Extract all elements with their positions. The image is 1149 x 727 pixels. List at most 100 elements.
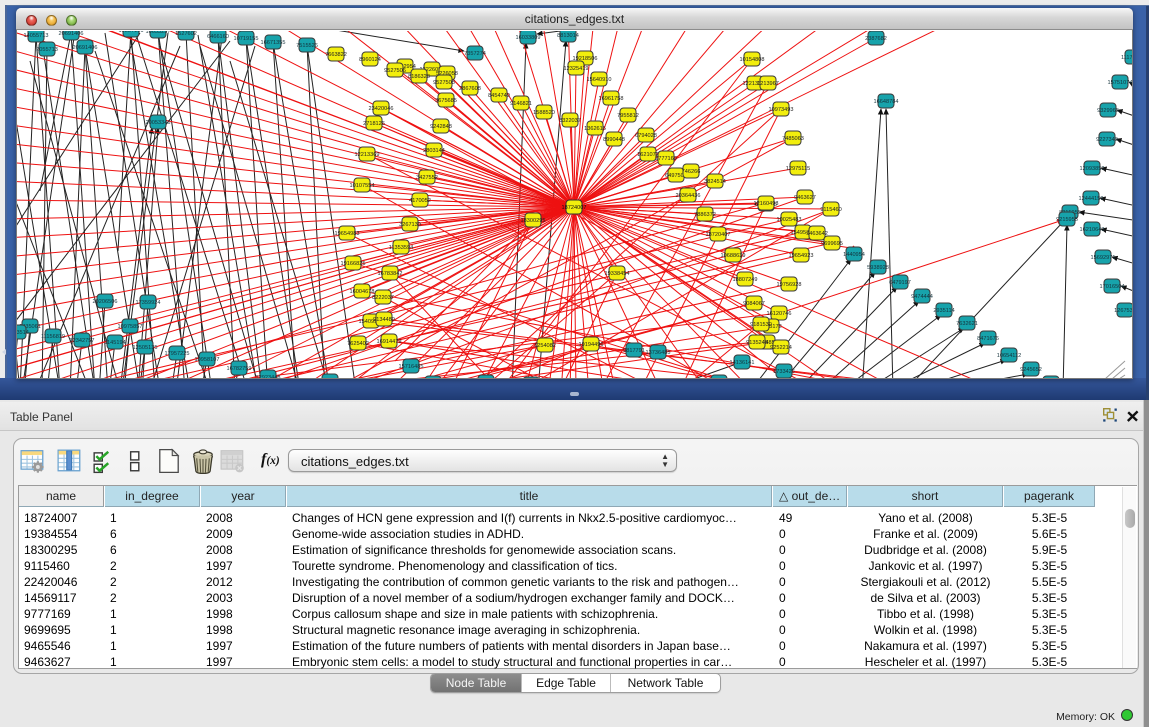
svg-text:17359924: 17359924 [136, 300, 161, 306]
svg-text:12213369: 12213369 [355, 152, 380, 158]
svg-text:9252214: 9252214 [770, 345, 792, 351]
svg-text:20364436: 20364436 [676, 193, 701, 199]
svg-text:7663822: 7663822 [325, 52, 347, 58]
svg-text:9135248: 9135248 [746, 340, 768, 346]
svg-text:16033809: 16033809 [516, 35, 541, 41]
svg-text:10654112: 10654112 [997, 353, 1021, 359]
svg-text:10688639: 10688639 [721, 253, 746, 259]
svg-text:1588520: 1588520 [533, 110, 555, 116]
svg-text:9134489: 9134489 [373, 317, 395, 323]
svg-text:9242848: 9242848 [430, 124, 452, 130]
svg-text:8186328: 8186328 [408, 74, 430, 80]
svg-text:2055713: 2055713 [36, 47, 58, 53]
svg-text:8813014: 8813014 [557, 33, 579, 39]
svg-text:1733426: 1733426 [773, 369, 795, 375]
svg-text:7357274: 7357274 [464, 51, 486, 57]
svg-text:10107554: 10107554 [350, 183, 375, 189]
svg-text:16914479: 16914479 [377, 339, 402, 345]
svg-text:1527602: 1527602 [175, 31, 197, 37]
svg-text:2803144: 2803144 [423, 148, 445, 154]
svg-text:2935114: 2935114 [933, 308, 954, 314]
svg-text:8222037: 8222037 [372, 295, 394, 301]
svg-text:20691406: 20691406 [59, 31, 84, 37]
svg-text:10973493: 10973493 [769, 107, 794, 113]
svg-text:11353594: 11353594 [389, 245, 413, 251]
svg-text:9463642: 9463642 [806, 231, 828, 237]
svg-text:1145194: 1145194 [104, 340, 125, 346]
svg-text:18720407: 18720407 [706, 232, 731, 238]
svg-text:19194496: 19194496 [579, 342, 604, 348]
svg-text:3267130: 3267130 [399, 222, 421, 228]
svg-text:18807249: 18807249 [733, 277, 758, 283]
svg-text:14055713: 14055713 [24, 33, 49, 39]
svg-text:5938928: 5938928 [867, 265, 889, 271]
svg-text:10653257: 10653257 [146, 31, 171, 35]
svg-text:9181530: 9181530 [750, 322, 772, 328]
svg-text:12923448: 12923448 [256, 375, 281, 378]
svg-text:10975857: 10975857 [118, 324, 143, 330]
svg-text:6794028: 6794028 [635, 133, 657, 139]
svg-text:746266: 746266 [682, 169, 701, 175]
svg-text:2387682: 2387682 [865, 36, 887, 42]
svg-text:15716485: 15716485 [399, 364, 424, 370]
svg-text:12975115: 12975115 [786, 166, 810, 172]
svg-text:12093852: 12093852 [1080, 166, 1105, 172]
svg-text:8960124: 8960124 [359, 57, 381, 63]
svg-text:3675685: 3675685 [435, 98, 457, 104]
svg-text:19756928: 19756928 [777, 282, 802, 288]
svg-text:9329966: 9329966 [1097, 108, 1119, 114]
svg-text:16004678: 16004678 [350, 289, 375, 295]
svg-text:7485063: 7485063 [782, 136, 804, 142]
svg-text:15640910: 15640910 [587, 77, 612, 83]
svg-text:9084067: 9084067 [743, 301, 765, 307]
svg-text:9777169: 9777169 [655, 156, 677, 162]
svg-text:3824514: 3824514 [704, 179, 726, 185]
svg-text:20691406: 20691406 [73, 45, 98, 51]
svg-text:12505135: 12505135 [133, 345, 158, 351]
svg-text:1362615: 1362615 [584, 126, 606, 132]
svg-text:14136141: 14136141 [730, 360, 755, 366]
svg-text:3427552: 3427552 [416, 175, 438, 181]
svg-text:16961758: 16961758 [599, 96, 624, 102]
svg-text:8990448: 8990448 [603, 137, 625, 143]
svg-text:10719155: 10719155 [234, 36, 259, 42]
svg-text:16782759: 16782759 [227, 366, 252, 372]
svg-text:9527506: 9527506 [384, 68, 406, 74]
svg-text:19337191: 19337191 [119, 31, 144, 34]
svg-text:9817791: 9817791 [623, 348, 645, 354]
svg-text:12342757: 12342757 [70, 338, 95, 344]
svg-text:9215955: 9215955 [1056, 217, 1078, 223]
svg-text:19654983: 19654983 [335, 231, 360, 237]
svg-text:17957225: 17957225 [165, 351, 190, 357]
svg-text:18724007: 18724007 [562, 205, 587, 211]
svg-text:4170052: 4170052 [409, 198, 431, 204]
svg-text:18300295: 18300295 [521, 218, 546, 224]
svg-text:1267533: 1267533 [1114, 308, 1132, 314]
svg-text:9245652: 9245652 [1020, 367, 1042, 373]
svg-text:15692971: 15692971 [1091, 255, 1116, 261]
svg-text:7632621: 7632621 [956, 321, 978, 327]
svg-text:9463627: 9463627 [794, 195, 816, 201]
svg-text:11175019: 11175019 [1121, 55, 1132, 61]
svg-text:19654923: 19654923 [789, 253, 814, 259]
svg-text:19166825: 19166825 [341, 261, 366, 267]
svg-text:11156819: 11156819 [41, 334, 65, 340]
svg-text:7886372: 7886372 [694, 212, 716, 218]
svg-text:16783842: 16783842 [378, 271, 403, 277]
svg-text:9474444: 9474444 [911, 294, 933, 300]
svg-text:3913514: 3913514 [17, 330, 29, 336]
svg-text:16648784: 16648784 [874, 99, 899, 105]
svg-text:9115460: 9115460 [820, 207, 841, 213]
svg-text:6466160: 6466160 [207, 34, 229, 40]
svg-text:17016504: 17016504 [1100, 284, 1125, 290]
svg-text:1213967: 1213967 [757, 81, 779, 87]
svg-text:16120746: 16120746 [767, 311, 792, 317]
svg-text:13736485: 13736485 [646, 350, 671, 356]
svg-text:1440954: 1440954 [843, 252, 865, 258]
svg-text:19338454: 19338454 [605, 271, 630, 277]
svg-text:6479197: 6479197 [889, 280, 911, 286]
svg-text:8471676: 8471676 [977, 336, 999, 342]
svg-text:7955812: 7955812 [617, 113, 639, 119]
svg-text:2718126: 2718126 [363, 121, 385, 127]
svg-text:12444159: 12444159 [1079, 196, 1104, 202]
